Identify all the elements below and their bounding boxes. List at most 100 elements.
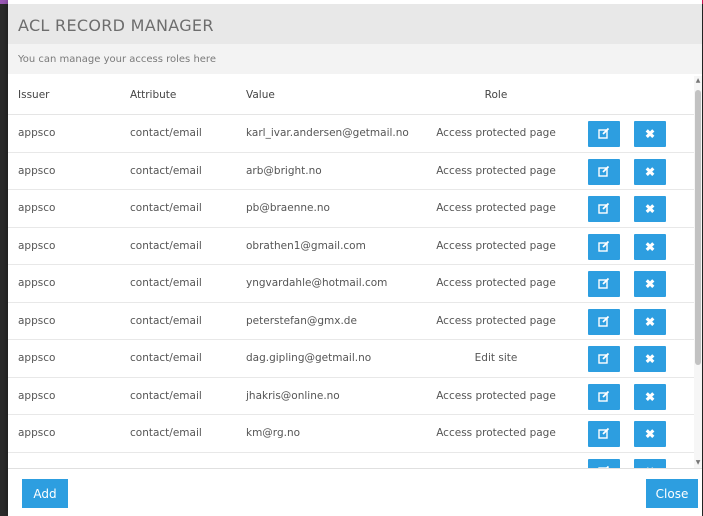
modal-subtitle: You can manage your access roles here	[18, 54, 216, 65]
edit-button[interactable]	[588, 121, 620, 147]
delete-icon: ✖	[644, 239, 656, 254]
edit-icon	[598, 277, 610, 291]
delete-button[interactable]: ✖	[634, 121, 666, 147]
table-row: appsco contact/email obrathen1@gmail.com Ac…	[8, 228, 694, 265]
edit-button[interactable]	[588, 271, 620, 297]
delete-button[interactable]: ✖	[634, 196, 666, 222]
attribute-cell: contact/email	[130, 164, 202, 177]
table-row: appsco contact/email dag.gipling@getmail.n…	[8, 340, 694, 378]
delete-button[interactable]: ✖	[634, 308, 666, 335]
role-cell	[432, 453, 560, 469]
attribute-cell: contact/email	[130, 389, 202, 402]
edit-icon	[598, 390, 610, 404]
edit-button[interactable]	[588, 196, 620, 222]
issuer-cell: appsco	[18, 427, 56, 440]
delete-icon: ✖	[644, 202, 656, 216]
add-button[interactable]: Add	[22, 479, 68, 508]
modal-subheader: You can manage your access roles here	[8, 44, 702, 74]
edit-icon	[598, 165, 610, 179]
table-row: ✖	[8, 453, 694, 469]
issuer-cell: appsco	[18, 202, 56, 215]
edit-icon	[598, 315, 610, 329]
table-row: appsco contact/email peterstefan@gmx.de Acc…	[8, 303, 694, 340]
delete-icon: ✖	[644, 314, 656, 329]
edit-button[interactable]	[588, 346, 620, 372]
role-cell: Access protected page	[436, 314, 556, 327]
value-cell: peterstefan@gmx.de	[246, 314, 357, 327]
scroll-up-arrow-icon[interactable]: ▲	[694, 76, 702, 86]
table-row: appsco contact/email karl_ivar.andersen@ge…	[8, 115, 694, 153]
edit-icon	[598, 202, 610, 216]
role-cell: Access protected page	[436, 239, 556, 252]
issuer-cell: appsco	[18, 389, 56, 402]
modal-footer: Add Close	[8, 468, 702, 516]
role-cell: Access protected page	[436, 202, 556, 215]
value-cell: yngvardahle@hotmail.com	[246, 277, 388, 290]
role-cell: Access protected page	[436, 277, 556, 290]
column-header-attribute: Attribute	[130, 89, 177, 101]
value-cell: dag.gipling@getmail.no	[246, 352, 372, 365]
role-cell: Access protected page	[436, 164, 556, 177]
edit-icon	[598, 127, 610, 141]
scroll-thumb[interactable]	[695, 90, 701, 365]
issuer-cell: appsco	[18, 127, 56, 140]
column-header-issuer: Issuer	[18, 89, 50, 101]
delete-button[interactable]: ✖	[634, 346, 666, 372]
delete-icon: ✖	[644, 427, 656, 441]
issuer-cell: appsco	[18, 352, 56, 365]
edit-button[interactable]	[588, 421, 620, 447]
acl-table: Issuer Attribute Value Role appsco contac…	[8, 76, 694, 468]
table-header: Issuer Attribute Value Role	[8, 76, 694, 115]
issuer-cell: appsco	[18, 164, 56, 177]
attribute-cell: contact/email	[130, 314, 202, 327]
close-button[interactable]: Close	[646, 479, 698, 508]
edit-button[interactable]	[588, 458, 620, 468]
table-row: appsco contact/email jhakris@online.no Acce…	[8, 378, 694, 415]
column-header-value: Value	[246, 89, 275, 101]
attribute-cell: contact/email	[130, 202, 202, 215]
role-cell: Access protected page	[436, 127, 556, 140]
modal-header: ACL RECORD MANAGER	[8, 4, 702, 44]
role-cell: Access protected page	[436, 427, 556, 440]
column-header-role: Role	[484, 89, 508, 101]
value-cell: jhakris@online.no	[246, 389, 340, 402]
scroll-down-arrow-icon[interactable]: ▼	[694, 458, 702, 468]
role-cell: Edit site	[474, 352, 518, 365]
edit-icon	[598, 352, 610, 366]
attribute-cell: contact/email	[130, 427, 202, 440]
delete-icon: ✖	[644, 164, 656, 179]
delete-button[interactable]: ✖	[634, 271, 666, 297]
table-row: appsco contact/email pb@braenne.no Access p…	[8, 190, 694, 228]
attribute-cell: contact/email	[130, 127, 202, 140]
edit-button[interactable]	[588, 233, 620, 260]
delete-icon: ✖	[644, 277, 656, 291]
delete-icon: ✖	[644, 127, 656, 141]
table-scrollbar[interactable]: ▲ ▼	[694, 76, 702, 468]
attribute-cell: contact/email	[130, 277, 202, 290]
issuer-cell: appsco	[18, 314, 56, 327]
edit-icon	[598, 427, 610, 441]
edit-button[interactable]	[588, 158, 620, 185]
value-cell: karl_ivar.andersen@getmail.no	[246, 127, 409, 140]
issuer-cell: appsco	[18, 239, 56, 252]
value-cell: arb@bright.no	[246, 164, 322, 177]
table-row: appsco contact/email yngvardahle@hotmail.c…	[8, 265, 694, 303]
edit-button[interactable]	[588, 383, 620, 410]
delete-button[interactable]: ✖	[634, 458, 666, 468]
modal-title: ACL RECORD MANAGER	[18, 16, 214, 35]
delete-button[interactable]: ✖	[634, 233, 666, 260]
role-cell: Access protected page	[436, 389, 556, 402]
delete-button[interactable]: ✖	[634, 158, 666, 185]
table-row: appsco contact/email km@rg.no Access protec…	[8, 415, 694, 453]
value-cell: obrathen1@gmail.com	[246, 239, 366, 252]
acl-record-manager-modal: ACL RECORD MANAGER You can manage your a…	[8, 0, 702, 516]
delete-icon: ✖	[644, 389, 656, 404]
edit-icon	[598, 240, 610, 254]
delete-icon: ✖	[644, 352, 656, 366]
issuer-cell: appsco	[18, 277, 56, 290]
value-cell: km@rg.no	[246, 427, 301, 440]
delete-button[interactable]: ✖	[634, 383, 666, 410]
value-cell: pb@braenne.no	[246, 202, 330, 215]
delete-button[interactable]: ✖	[634, 421, 666, 447]
edit-button[interactable]	[588, 308, 620, 335]
